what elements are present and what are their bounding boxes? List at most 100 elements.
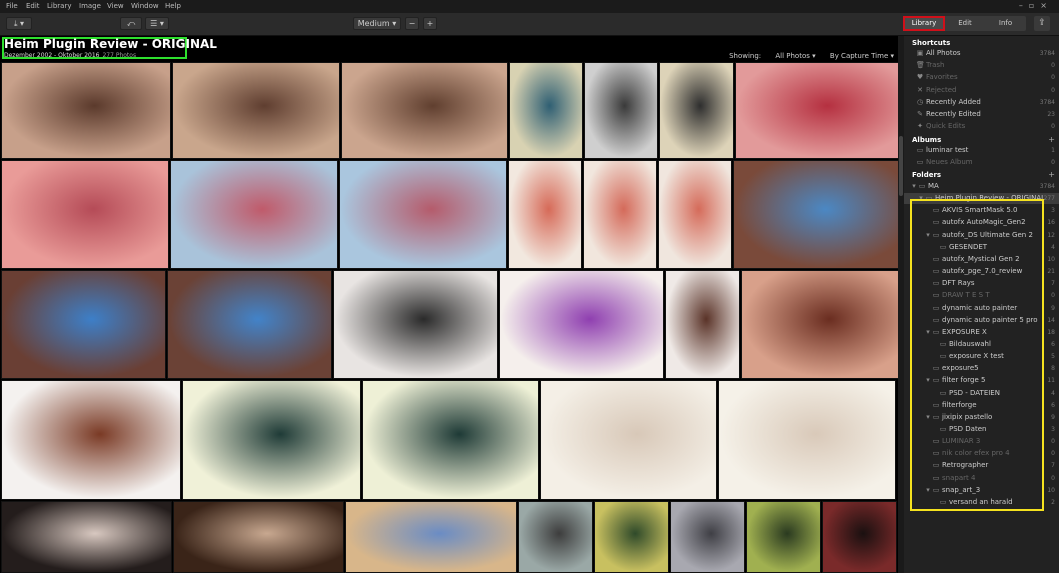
shortcut-recently-added[interactable]: ◷ Recently Added 3784 [904,97,1059,108]
zoom-select[interactable]: Medium ▾ [353,17,401,30]
photo-thumbnail[interactable] [741,270,898,379]
tab-library[interactable]: Library [903,16,945,31]
menu-library[interactable]: Library [47,2,71,10]
share-button[interactable]: ⇪ [1034,16,1050,31]
photo-thumbnail[interactable] [670,501,745,573]
tab-info[interactable]: Info [985,16,1026,31]
zoom-out-button[interactable]: − [405,17,419,30]
photo-thumbnail[interactable] [1,501,172,573]
photo-thumbnail[interactable] [333,270,498,379]
photo-thumbnail[interactable] [733,160,898,269]
view-mode-button[interactable]: ☰ ▾ [145,17,169,30]
photo-thumbnail[interactable] [345,501,517,573]
folder-item[interactable]: ▭ dynamic auto painter 9 [904,303,1059,314]
photo-thumbnail[interactable] [1,160,169,269]
photo-thumbnail[interactable] [718,380,896,500]
disclosure-arrow-icon[interactable]: ▾ [924,230,932,241]
menu-image[interactable]: Image [79,2,101,10]
folder-item[interactable]: ▾ ▭ filter forge 5 11 [904,375,1059,386]
photo-thumbnail[interactable] [509,62,583,159]
shortcut-trash[interactable]: 🗑 Trash 0 [904,60,1059,71]
photo-thumbnail[interactable] [1,62,171,159]
folder-item[interactable]: ▭ nik color efex pro 4 0 [904,448,1059,459]
album-item[interactable]: ▭ luminar test 1 [904,145,1059,156]
photo-thumbnail[interactable] [658,160,732,269]
disclosure-arrow-icon[interactable]: ▾ [917,193,925,204]
photo-thumbnail[interactable] [584,62,658,159]
add-album-button[interactable]: + [1048,135,1055,144]
photo-thumbnail[interactable] [822,501,897,573]
shortcut-rejected[interactable]: ✕ Rejected 0 [904,85,1059,96]
photo-thumbnail[interactable] [167,270,332,379]
folder-item[interactable]: ▾ ▭ autofx_DS Ultimate Gen 2 12 [904,230,1059,241]
menu-window[interactable]: Window [131,2,159,10]
photo-thumbnail[interactable] [508,160,582,269]
folder-item[interactable]: ▭ snapart 4 0 [904,473,1059,484]
shortcut-quick-edits[interactable]: ✦ Quick Edits 0 [904,121,1059,132]
folder-item[interactable]: ▭ autofx_Mystical Gen 2 10 [904,254,1059,265]
minimize-button[interactable]: – [1019,1,1029,10]
photo-thumbnail[interactable] [499,270,664,379]
add-folder-button[interactable]: + [1048,170,1055,179]
menu-view[interactable]: View [107,2,124,10]
scrollbar-thumb[interactable] [899,136,903,196]
close-window-button[interactable]: × [1040,1,1053,10]
menu-file[interactable]: File [6,2,18,10]
photo-thumbnail[interactable] [583,160,657,269]
folder-item[interactable]: ▭ PSD Daten 3 [904,424,1059,435]
folder-item[interactable]: ▭ AKVIS SmartMask 5.0 3 [904,205,1059,216]
folder-item[interactable]: ▭ PSD - DATEIEN 4 [904,388,1059,399]
folder-item[interactable]: ▭ DRAW T E S T 0 [904,290,1059,301]
zoom-in-button[interactable]: + [423,17,437,30]
folder-item[interactable]: ▭ exposure5 8 [904,363,1059,374]
photo-thumbnail[interactable] [362,380,539,500]
folder-item[interactable]: ▭ Bildauswahl 6 [904,339,1059,350]
folder-item[interactable]: ▾ ▭ Heim Plugin Review - ORIGINAL 277 [904,193,1059,205]
folder-item[interactable]: ▾ ▭ snap_art_3 10 [904,485,1059,496]
disclosure-arrow-icon[interactable]: ▾ [924,485,932,496]
disclosure-arrow-icon[interactable]: ▾ [924,412,932,423]
folder-item[interactable]: ▭ Retrographer 7 [904,460,1059,471]
sort-select[interactable]: By Capture Time ▾ [824,52,894,60]
rotate-left-button[interactable]: ⤺ [120,17,142,30]
folder-item[interactable]: ▭ LUMINAR 3 0 [904,436,1059,447]
menu-edit[interactable]: Edit [26,2,40,10]
folder-item[interactable]: ▭ autofx_pge_7.0_review 21 [904,266,1059,277]
folder-item[interactable]: ▾ ▭ jixipix pastello 9 [904,412,1059,423]
photo-thumbnail[interactable] [540,380,717,500]
folder-item[interactable]: ▭ GESENDET 4 [904,242,1059,253]
photo-thumbnail[interactable] [735,62,898,159]
disclosure-arrow-icon[interactable]: ▾ [910,181,918,192]
disclosure-arrow-icon[interactable]: ▾ [924,327,932,338]
photo-thumbnail[interactable] [173,501,344,573]
folder-item[interactable]: ▭ DFT Rays 7 [904,278,1059,289]
shortcut-recently-edited[interactable]: ✎ Recently Edited 23 [904,109,1059,120]
photo-thumbnail[interactable] [339,160,507,269]
photo-thumbnail[interactable] [172,62,340,159]
photo-thumbnail[interactable] [665,270,740,379]
folder-item[interactable]: ▭ autofx AutoMagic_Gen2 16 [904,217,1059,228]
folder-item[interactable]: ▾ ▭ EXPOSURE X 18 [904,327,1059,338]
tab-edit[interactable]: Edit [945,16,985,31]
import-button[interactable]: ⤓ ▾ [6,17,32,30]
folder-item[interactable]: ▭ exposure X test 5 [904,351,1059,362]
photo-thumbnail[interactable] [170,160,338,269]
photo-thumbnail[interactable] [1,380,181,500]
photo-thumbnail[interactable] [1,270,166,379]
maximize-button[interactable]: ▫ [1029,1,1040,10]
photo-thumbnail[interactable] [746,501,821,573]
menu-help[interactable]: Help [165,2,181,10]
shortcut-favorites[interactable]: ♥ Favorites 0 [904,72,1059,83]
folder-item[interactable]: ▭ versand an harald 2 [904,497,1059,508]
album-item[interactable]: ▭ Neues Album 0 [904,157,1059,168]
folder-item[interactable]: ▭ dynamic auto painter 5 pro 14 [904,315,1059,326]
photo-thumbnail[interactable] [594,501,669,573]
photo-thumbnail[interactable] [182,380,361,500]
disclosure-arrow-icon[interactable]: ▾ [924,375,932,386]
photo-thumbnail[interactable] [659,62,734,159]
filter-select[interactable]: All Photos ▾ [769,52,815,60]
photo-thumbnail[interactable] [518,501,593,573]
photo-thumbnail[interactable] [341,62,508,159]
folder-item[interactable]: ▾ ▭ MA 3784 [904,181,1059,192]
folder-item[interactable]: ▭ filterforge 6 [904,400,1059,411]
